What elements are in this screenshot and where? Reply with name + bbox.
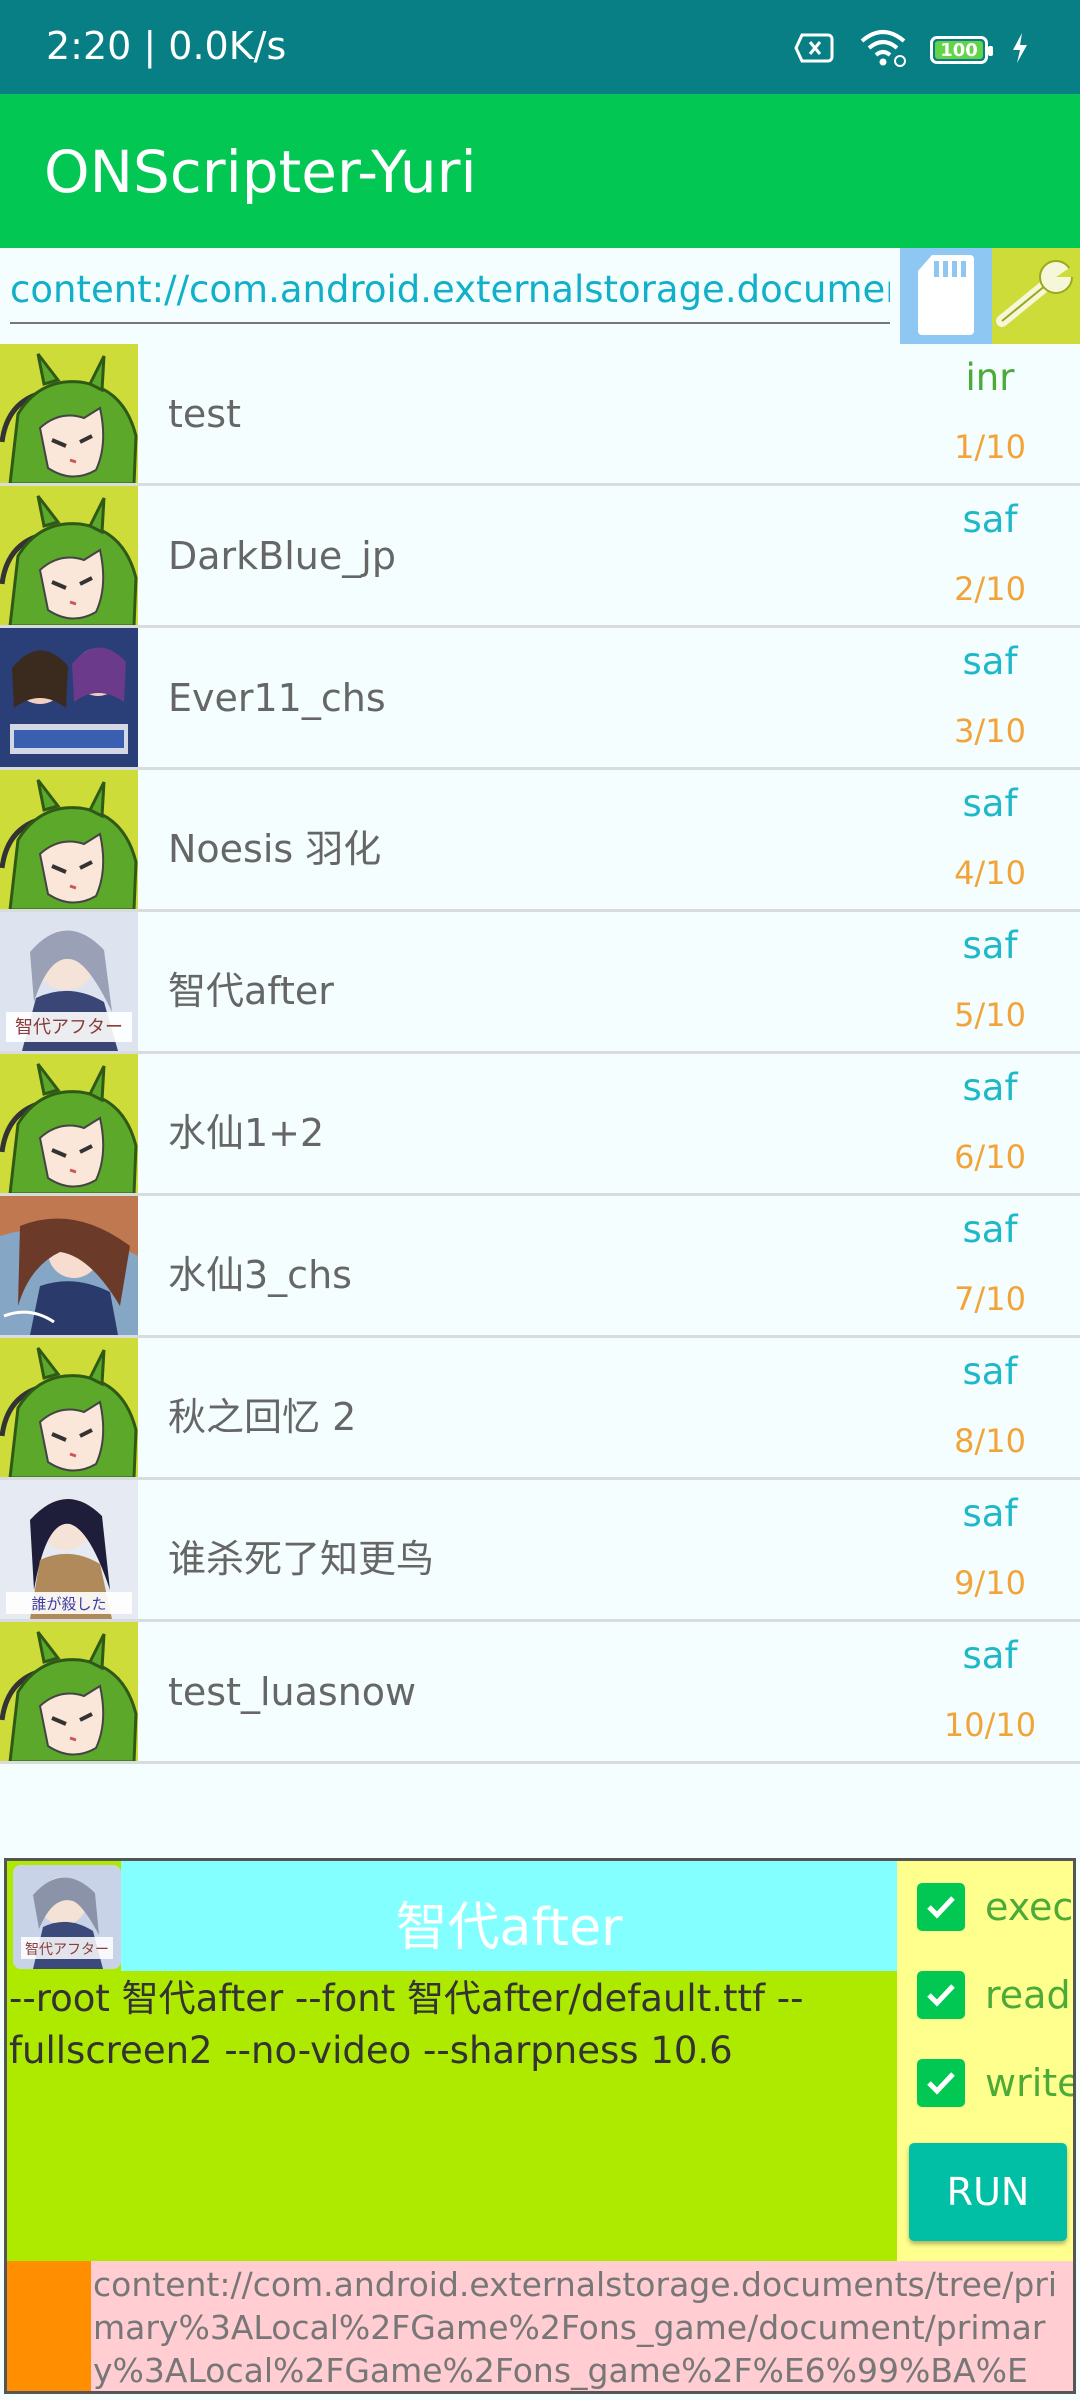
svg-text:誰が殺した: 誰が殺した — [31, 1595, 106, 1613]
status-time-speed: 2:20 | 0.0K/s — [46, 24, 287, 68]
game-name: 谁杀死了知更鸟 — [168, 1537, 435, 1581]
write-checkbox[interactable] — [917, 2059, 965, 2107]
exec-option[interactable]: exec — [917, 1879, 1073, 1935]
svg-text:智代アフター: 智代アフター — [25, 1942, 109, 1958]
app-bar: ONScripter-Yuri — [0, 94, 1080, 248]
game-thumbnail — [0, 628, 138, 767]
game-row[interactable]: 秋之回忆 2 saf 8/10 — [0, 1338, 1080, 1480]
svg-text:智代アフター: 智代アフター — [15, 1017, 123, 1038]
game-row[interactable]: 水仙3_chs saf 7/10 — [0, 1196, 1080, 1338]
game-index: 2/10 — [954, 570, 1026, 608]
options-column: exec read write RUN — [897, 1861, 1076, 2261]
game-index: 6/10 — [954, 1138, 1026, 1176]
check-icon — [927, 1984, 955, 2007]
game-name: DarkBlue_jp — [168, 534, 396, 578]
game-index: 5/10 — [954, 996, 1026, 1034]
check-icon — [927, 1896, 955, 1919]
game-name: Noesis 羽化 — [168, 827, 382, 871]
game-thumbnail — [0, 1622, 138, 1761]
game-name: 秋之回忆 2 — [168, 1395, 357, 1439]
wifi-icon — [858, 29, 908, 71]
game-storage-type: saf — [962, 924, 1018, 967]
game-row[interactable]: test_luasnow saf 10/10 — [0, 1622, 1080, 1764]
game-thumbnail — [0, 1338, 138, 1477]
game-name: 水仙3_chs — [168, 1253, 352, 1297]
read-option[interactable]: read — [917, 1967, 1071, 2023]
app-title: ONScripter-Yuri — [44, 138, 477, 206]
path-field[interactable]: content://com.android.externalstorage.do… — [10, 264, 890, 324]
game-name: 水仙1+2 — [168, 1111, 325, 1155]
selected-game-thumbnail: 智代アフター — [13, 1865, 121, 1969]
battery-icon: 100 — [930, 36, 993, 64]
game-storage-type: inr — [965, 356, 1015, 399]
game-row[interactable]: DarkBlue_jp saf 2/10 — [0, 486, 1080, 628]
uri-area: content://com.android.externalstorage.do… — [7, 2261, 1073, 2391]
settings-button[interactable] — [992, 248, 1080, 344]
path-bar: content://com.android.externalstorage.do… — [0, 248, 1080, 344]
game-index: 1/10 — [954, 428, 1026, 466]
game-storage-type: saf — [962, 1350, 1018, 1393]
write-label: write — [985, 2061, 1076, 2105]
game-thumbnail — [0, 486, 138, 625]
game-index: 10/10 — [943, 1706, 1037, 1744]
game-thumbnail: 智代アフター — [0, 912, 138, 1051]
game-name: test_luasnow — [168, 1670, 417, 1714]
game-name: Ever11_chs — [168, 676, 386, 720]
args-field[interactable]: --root 智代after --font 智代after/default.tt… — [9, 1973, 889, 2077]
read-checkbox[interactable] — [917, 1971, 965, 2019]
game-row[interactable]: Ever11_chs saf 3/10 — [0, 628, 1080, 770]
check-icon — [927, 2072, 955, 2095]
game-row[interactable]: Noesis 羽化 saf 4/10 — [0, 770, 1080, 912]
game-thumbnail: 誰が殺した — [0, 1480, 138, 1619]
game-storage-type: saf — [962, 640, 1018, 683]
status-icons: 100 — [794, 30, 1030, 70]
game-row[interactable]: 智代アフター 智代after saf 5/10 — [0, 912, 1080, 1054]
game-thumbnail — [0, 770, 138, 909]
game-storage-type: saf — [962, 1492, 1018, 1535]
wrench-icon — [994, 259, 1078, 333]
no-sim-icon — [794, 31, 836, 69]
uri-marker — [7, 2261, 91, 2391]
game-name: 智代after — [168, 969, 334, 1013]
game-index: 7/10 — [954, 1280, 1026, 1318]
game-thumbnail — [0, 1054, 138, 1193]
run-button[interactable]: RUN — [909, 2143, 1067, 2241]
game-row[interactable]: 誰が殺した 谁杀死了知更鸟 saf 9/10 — [0, 1480, 1080, 1622]
read-label: read — [985, 1973, 1071, 2017]
exec-checkbox[interactable] — [917, 1883, 965, 1931]
game-storage-type: saf — [962, 1208, 1018, 1251]
status-bar: 2:20 | 0.0K/s 100 — [0, 0, 1080, 94]
game-list: test inr 1/10 DarkBlue_jp saf 2/10 Ever11_chs… — [0, 344, 1080, 1764]
battery-level: 100 — [935, 41, 983, 61]
panel-title-area: 智代after — [121, 1861, 897, 1971]
game-thumbnail — [0, 1196, 138, 1335]
game-name: test — [168, 392, 241, 436]
game-storage-type: saf — [962, 498, 1018, 541]
uri-text: content://com.android.externalstorage.do… — [93, 2265, 1058, 2390]
panel-title: 智代after — [395, 1898, 623, 1958]
charging-icon — [1010, 31, 1030, 69]
game-index: 8/10 — [954, 1422, 1026, 1460]
game-row[interactable]: test inr 1/10 — [0, 344, 1080, 486]
detail-panel: 智代アフター 智代after --root 智代after --font 智代a… — [4, 1858, 1076, 2394]
game-index: 4/10 — [954, 854, 1026, 892]
write-option[interactable]: write — [917, 2055, 1076, 2111]
game-index: 9/10 — [954, 1564, 1026, 1602]
game-storage-type: saf — [962, 782, 1018, 825]
game-storage-type: saf — [962, 1634, 1018, 1677]
game-thumbnail — [0, 344, 138, 483]
game-row[interactable]: 水仙1+2 saf 6/10 — [0, 1054, 1080, 1196]
sd-card-icon — [914, 251, 978, 341]
exec-label: exec — [985, 1885, 1074, 1929]
game-storage-type: saf — [962, 1066, 1018, 1109]
game-index: 3/10 — [954, 712, 1026, 750]
sd-card-button[interactable] — [900, 248, 992, 344]
